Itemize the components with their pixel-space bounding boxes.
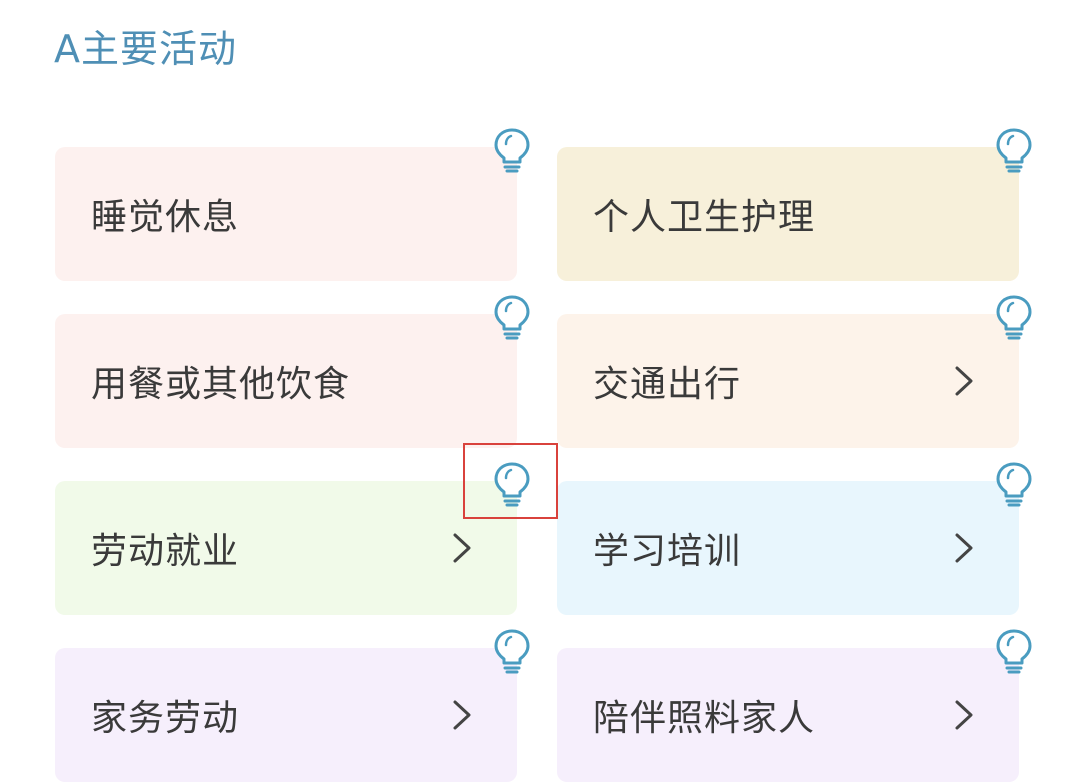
activity-card-label: 交通出行: [593, 364, 742, 405]
activity-card-label: 陪伴照料家人: [593, 698, 816, 739]
chevron-right-icon: [955, 533, 973, 563]
section-title: A主要活动: [54, 27, 237, 71]
activity-card-employment[interactable]: 劳动就业: [55, 481, 517, 615]
activity-card-travel[interactable]: 交通出行: [557, 314, 1019, 448]
lightbulb-icon[interactable]: [492, 126, 532, 174]
activity-card-study[interactable]: 学习培训: [557, 481, 1019, 615]
lightbulb-icon[interactable]: [994, 126, 1034, 174]
activity-card-label: 个人卫生护理: [593, 197, 816, 238]
highlight-annotation-box: [463, 443, 558, 519]
activity-card-label: 睡觉休息: [91, 197, 240, 238]
activity-card-label: 家务劳动: [91, 698, 240, 739]
lightbulb-icon[interactable]: [994, 627, 1034, 675]
activity-card-label: 劳动就业: [91, 531, 240, 572]
activity-card-hygiene[interactable]: 个人卫生护理: [557, 147, 1019, 281]
activity-card-label: 用餐或其他饮食: [91, 364, 351, 405]
activity-card-family-care[interactable]: 陪伴照料家人: [557, 648, 1019, 782]
lightbulb-icon[interactable]: [994, 293, 1034, 341]
activity-card-sleep[interactable]: 睡觉休息: [55, 147, 517, 281]
chevron-right-icon: [955, 700, 973, 730]
chevron-right-icon: [453, 700, 471, 730]
lightbulb-icon[interactable]: [492, 627, 532, 675]
chevron-right-icon: [955, 366, 973, 396]
lightbulb-icon[interactable]: [994, 460, 1034, 508]
lightbulb-icon[interactable]: [492, 293, 532, 341]
activity-card-housework[interactable]: 家务劳动: [55, 648, 517, 782]
activity-card-label: 学习培训: [593, 531, 742, 572]
chevron-right-icon: [453, 533, 471, 563]
activity-card-dining[interactable]: 用餐或其他饮食: [55, 314, 517, 448]
